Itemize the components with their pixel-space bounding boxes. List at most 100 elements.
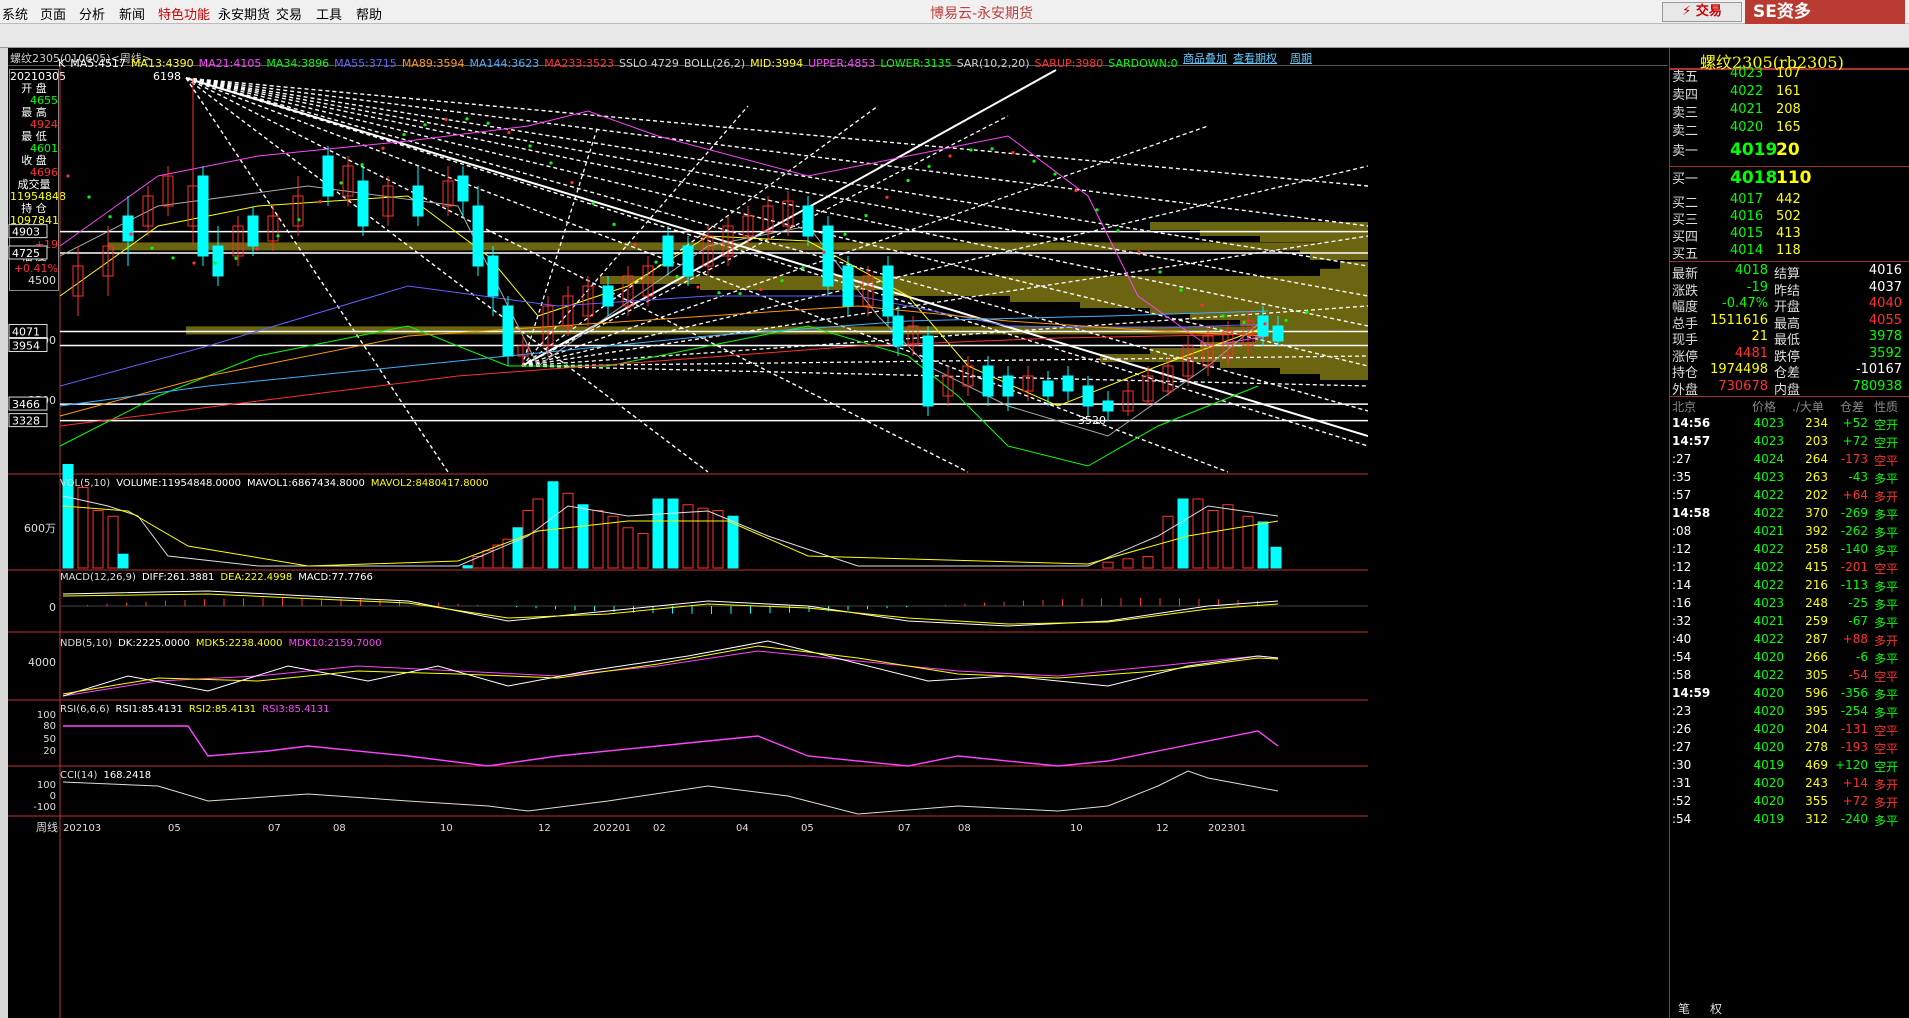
- tick-time: 14:59: [1672, 686, 1711, 700]
- tick-oi: -269: [1840, 506, 1868, 520]
- vol_panel-value: MAVOL1:6867434.8000: [247, 478, 365, 489]
- candle-body: [247, 215, 259, 247]
- volume-bar: [512, 527, 524, 569]
- bid-price: 4017: [1730, 192, 1764, 207]
- sar-dot: [1221, 314, 1225, 318]
- tick-time: :54: [1672, 812, 1692, 826]
- tick-price: 4021: [1753, 524, 1784, 538]
- menu-system[interactable]: 系统: [2, 4, 28, 23]
- tick-volume: 469: [1805, 758, 1828, 772]
- menu-tools[interactable]: 工具: [316, 4, 342, 23]
- volume-bar: [532, 498, 544, 569]
- tick-time: :40: [1672, 632, 1692, 646]
- tick-oi: +14: [1842, 776, 1868, 790]
- ndb-axis-label: 4000: [28, 656, 56, 669]
- sar-dot: [1074, 189, 1078, 193]
- xaxis-tick-label: 10: [440, 823, 453, 834]
- tick-type: 多平: [1874, 616, 1899, 630]
- tick-oi: +64: [1842, 488, 1868, 502]
- candle-body: [882, 265, 894, 317]
- quote-title: 螺纹2305(rb2305): [1700, 53, 1844, 72]
- tick-oi: -67: [1848, 614, 1868, 628]
- tick-time: :08: [1672, 524, 1692, 538]
- volume-bar: [637, 533, 649, 569]
- rsi_panel-title: RSI(6,6,6) RSI1:85.4131 RSI2:85.4131 RSI3:8…: [60, 704, 330, 715]
- rsi-line: [63, 725, 1279, 767]
- tick-type: 多平: [1874, 598, 1899, 612]
- candle-body: [502, 305, 514, 357]
- sar-dot: [192, 261, 196, 265]
- tick-time: 14:57: [1672, 434, 1711, 448]
- chart-svg[interactable]: 4500400035004903472540713954346633286198…: [8, 66, 1368, 1018]
- link-overlay[interactable]: 商品叠加: [1183, 50, 1227, 66]
- ndb_panel-value: DK:2225.0000: [118, 638, 190, 649]
- tick-oi: -262: [1840, 524, 1868, 538]
- sar-dot: [885, 195, 889, 199]
- tick-oi: +88: [1842, 632, 1868, 646]
- sar-dot: [549, 161, 553, 165]
- tick-volume: 392: [1805, 524, 1828, 538]
- sar-dot: [759, 287, 763, 292]
- tick-time: :32: [1672, 614, 1692, 628]
- sar-dot: [381, 146, 385, 150]
- tick-price: 4023: [1753, 470, 1784, 484]
- menu-page[interactable]: 页面: [40, 4, 66, 23]
- rsi_panel-value: RSI2:85.4131: [189, 704, 256, 715]
- sar-dot: [171, 256, 175, 260]
- tab-rights[interactable]: 权: [1710, 1000, 1722, 1017]
- sar-dot: [1053, 172, 1057, 176]
- sar-dot: [738, 291, 742, 296]
- menu-yongan[interactable]: 永安期货: [218, 4, 270, 23]
- link-options[interactable]: 查看期权: [1233, 50, 1277, 66]
- vol_panel-title: VOL(5,10) VOLUME:11954848.0000 MAVOL1:6867…: [60, 478, 489, 489]
- bid-price: 4016: [1730, 209, 1764, 224]
- trade-button[interactable]: ⚡ 交易: [1662, 2, 1742, 22]
- tick-oi: -131: [1840, 722, 1868, 736]
- menu-news[interactable]: 新闻: [119, 4, 145, 23]
- quote-separator: [1670, 261, 1909, 262]
- tick-type: 空开: [1874, 418, 1899, 432]
- menu-analysis[interactable]: 分析: [79, 4, 105, 23]
- volume-bar: [107, 515, 119, 569]
- sar-dot: [1032, 159, 1036, 163]
- menu-trade[interactable]: 交易: [276, 4, 302, 23]
- sar-dot: [108, 215, 112, 219]
- tick-price: 4020: [1753, 704, 1784, 718]
- tick-type: 多平: [1874, 706, 1899, 720]
- tick-price: 4024: [1753, 452, 1784, 466]
- left-side-strip: [0, 48, 8, 1018]
- rsi_panel-value: RSI3:85.4131: [262, 704, 329, 715]
- stat-value: 4055: [1868, 312, 1902, 328]
- sar-dot: [1200, 303, 1204, 307]
- sar-dot: [444, 117, 448, 121]
- menu-features[interactable]: 特色功能: [158, 4, 210, 23]
- menu-help[interactable]: 帮助: [356, 4, 382, 23]
- volume-bar: [727, 515, 739, 569]
- tick-type: 空开: [1874, 436, 1899, 450]
- sar-dot: [675, 275, 679, 279]
- tick-volume: 266: [1805, 650, 1828, 664]
- chart-area[interactable]: 螺纹2305(010605)<周线> 商品叠加 查看期权 周期 K MA5:451…: [8, 48, 1668, 1018]
- volume-bar: [562, 492, 574, 569]
- stat-value: -19: [1746, 279, 1768, 295]
- candle-body: [1272, 325, 1284, 342]
- bid-volume: 502: [1776, 209, 1801, 224]
- candle-body: [357, 180, 369, 227]
- bid-label: 买五: [1672, 247, 1699, 262]
- ask-price: 4021: [1730, 102, 1764, 117]
- sar-dot: [864, 213, 868, 218]
- volume-bar: [1257, 521, 1269, 569]
- stat-value: 1511616: [1710, 312, 1768, 328]
- tick-header-time: 北京: [1672, 400, 1697, 414]
- quote-separator: [1670, 396, 1909, 397]
- high-annotation: 6198: [153, 70, 181, 83]
- tick-header-price: 价格: [1752, 400, 1777, 414]
- tab-trades[interactable]: 笔: [1678, 1000, 1690, 1017]
- app-title: 博易云-永安期货: [930, 6, 1034, 22]
- candle-body: [802, 205, 814, 237]
- sar-dot: [1242, 320, 1246, 325]
- link-period[interactable]: 周期: [1290, 50, 1312, 66]
- sar-dot: [528, 144, 532, 148]
- bid-price: 4015: [1730, 226, 1764, 241]
- stat-value: -10167: [1855, 362, 1902, 377]
